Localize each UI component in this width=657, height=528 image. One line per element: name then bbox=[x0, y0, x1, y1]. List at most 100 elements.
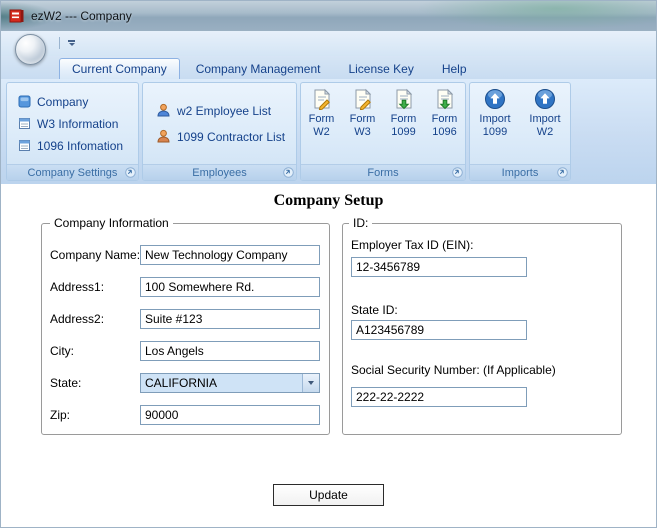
qat-controls bbox=[59, 37, 78, 49]
id-legend: ID: bbox=[349, 216, 373, 230]
ribbon-item-label: w2 Employee List bbox=[177, 103, 272, 118]
button-label-line2: 1099 bbox=[391, 126, 416, 138]
form-1096-button[interactable]: Form 1096 bbox=[424, 83, 465, 164]
state-select-arrow-button[interactable] bbox=[302, 374, 319, 392]
qat-dropdown-bar bbox=[68, 40, 75, 42]
dialog-launcher-icon bbox=[557, 167, 568, 178]
form-1099-button[interactable]: Form 1099 bbox=[383, 83, 424, 164]
forms-group-label: Forms bbox=[301, 164, 465, 180]
forms-body: Form W2 Form W3 Form 1099 Form 1096 bbox=[301, 83, 465, 164]
state-id-label: State ID: bbox=[351, 303, 398, 317]
tab-help[interactable]: Help bbox=[430, 58, 479, 79]
contractor-person-icon bbox=[156, 129, 171, 144]
ribbon-item-1096-information[interactable]: 1096 Infomation bbox=[15, 136, 138, 155]
import-w2-button[interactable]: Import W2 bbox=[520, 83, 570, 164]
imports-body: Import 1099 Import W2 bbox=[470, 83, 570, 164]
group-imports: Import 1099 Import W2 Imports bbox=[469, 82, 571, 181]
main-content: Company Setup Company Information Compan… bbox=[1, 184, 656, 527]
ribbon-item-w3-information[interactable]: W3 Information bbox=[15, 114, 138, 133]
form-w3-button[interactable]: Form W3 bbox=[342, 83, 383, 164]
button-label-line2: 1096 bbox=[432, 126, 457, 138]
state-label: State: bbox=[50, 376, 82, 390]
window: ezW2 --- Company Current Company Company… bbox=[0, 0, 657, 528]
group-forms: Form W2 Form W3 Form 1099 Form 1096 Form… bbox=[300, 82, 466, 181]
qat-dropdown-button[interactable] bbox=[65, 38, 78, 48]
imports-launcher-button[interactable] bbox=[557, 167, 568, 178]
tab-company-management[interactable]: Company Management bbox=[184, 58, 333, 79]
ribbon-tab-row: Current Company Company Management Licen… bbox=[1, 56, 656, 79]
imports-group-label: Imports bbox=[470, 164, 570, 180]
ribbon: Company W3 Information 1096 Infomation C… bbox=[1, 79, 656, 184]
company-name-label: Company Name: bbox=[50, 248, 141, 262]
ribbon-item-1099-contractor-list[interactable]: 1099 Contractor List bbox=[153, 127, 296, 146]
group-company-settings: Company W3 Information 1096 Infomation C… bbox=[6, 82, 139, 181]
company-settings-body: Company W3 Information 1096 Infomation bbox=[7, 83, 138, 164]
import-1099-button[interactable]: Import 1099 bbox=[470, 83, 520, 164]
state-id-input[interactable] bbox=[351, 320, 527, 340]
app-icon bbox=[9, 8, 25, 24]
chevron-down-icon bbox=[308, 381, 314, 385]
ssn-label: Social Security Number: (If Applicable) bbox=[351, 363, 556, 377]
update-button[interactable]: Update bbox=[273, 484, 384, 506]
employees-group-label: Employees bbox=[143, 164, 296, 180]
address1-input[interactable] bbox=[140, 277, 320, 297]
page-title: Company Setup bbox=[273, 192, 384, 209]
group-label-text: Imports bbox=[501, 166, 539, 179]
employees-body: w2 Employee List 1099 Contractor List bbox=[143, 83, 296, 164]
group-employees: w2 Employee List 1099 Contractor List Em… bbox=[142, 82, 297, 181]
ssn-input[interactable] bbox=[351, 387, 527, 407]
button-label-line1: Import bbox=[529, 113, 561, 125]
group-label-text: Company Settings bbox=[27, 166, 118, 179]
button-label-line1: Form bbox=[308, 113, 335, 125]
button-label-line2: W2 bbox=[536, 126, 554, 138]
dialog-launcher-icon bbox=[283, 167, 294, 178]
1096-information-icon bbox=[18, 139, 31, 152]
ribbon-item-label: W3 Information bbox=[37, 116, 119, 131]
company-settings-group-label: Company Settings bbox=[7, 164, 138, 180]
company-icon bbox=[18, 95, 31, 108]
form-1096-icon bbox=[434, 88, 456, 110]
ribbon-item-label: 1096 Infomation bbox=[37, 138, 124, 153]
chevron-down-icon bbox=[68, 43, 75, 46]
id-group: ID: Employer Tax ID (EIN): State ID: Soc… bbox=[342, 216, 622, 435]
forms-launcher-button[interactable] bbox=[452, 167, 463, 178]
tab-current-company[interactable]: Current Company bbox=[59, 58, 180, 79]
form-w3-icon bbox=[352, 88, 374, 110]
application-menu-button[interactable] bbox=[15, 34, 46, 65]
button-label-line2: W3 bbox=[354, 126, 371, 138]
qat-separator bbox=[59, 37, 60, 49]
button-label-line1: Form bbox=[390, 113, 417, 125]
quick-access-toolbar bbox=[1, 31, 656, 56]
address1-label: Address1: bbox=[50, 280, 105, 294]
tab-license-key[interactable]: License Key bbox=[336, 58, 425, 79]
company-name-input[interactable] bbox=[140, 245, 320, 265]
window-title: ezW2 --- Company bbox=[31, 9, 132, 23]
company-information-group: Company Information Company Name: Addres… bbox=[41, 216, 330, 435]
button-label-line2: W2 bbox=[313, 126, 330, 138]
address2-input[interactable] bbox=[140, 309, 320, 329]
state-select[interactable]: CALIFORNIA bbox=[140, 373, 320, 393]
ribbon-item-company[interactable]: Company bbox=[15, 92, 138, 111]
employees-launcher-button[interactable] bbox=[283, 167, 294, 178]
titlebar: ezW2 --- Company bbox=[1, 1, 656, 31]
company-settings-launcher-button[interactable] bbox=[125, 167, 136, 178]
titlebar-glass-right bbox=[406, 1, 656, 31]
ein-input[interactable] bbox=[351, 257, 527, 277]
state-select-value: CALIFORNIA bbox=[141, 374, 302, 392]
zip-input[interactable] bbox=[140, 405, 320, 425]
button-label-line1: Form bbox=[431, 113, 458, 125]
form-w2-button[interactable]: Form W2 bbox=[301, 83, 342, 164]
import-1099-icon bbox=[484, 88, 506, 110]
city-label: City: bbox=[50, 344, 74, 358]
group-label-text: Employees bbox=[192, 166, 247, 179]
dialog-launcher-icon bbox=[452, 167, 463, 178]
ribbon-item-label: Company bbox=[37, 94, 89, 109]
dialog-launcher-icon bbox=[125, 167, 136, 178]
button-label-line2: 1099 bbox=[482, 126, 508, 138]
address2-label: Address2: bbox=[50, 312, 105, 326]
city-input[interactable] bbox=[140, 341, 320, 361]
employee-person-icon bbox=[156, 103, 171, 118]
ribbon-item-w2-employee-list[interactable]: w2 Employee List bbox=[153, 101, 296, 120]
form-1099-icon bbox=[393, 88, 415, 110]
group-label-text: Forms bbox=[367, 166, 399, 179]
